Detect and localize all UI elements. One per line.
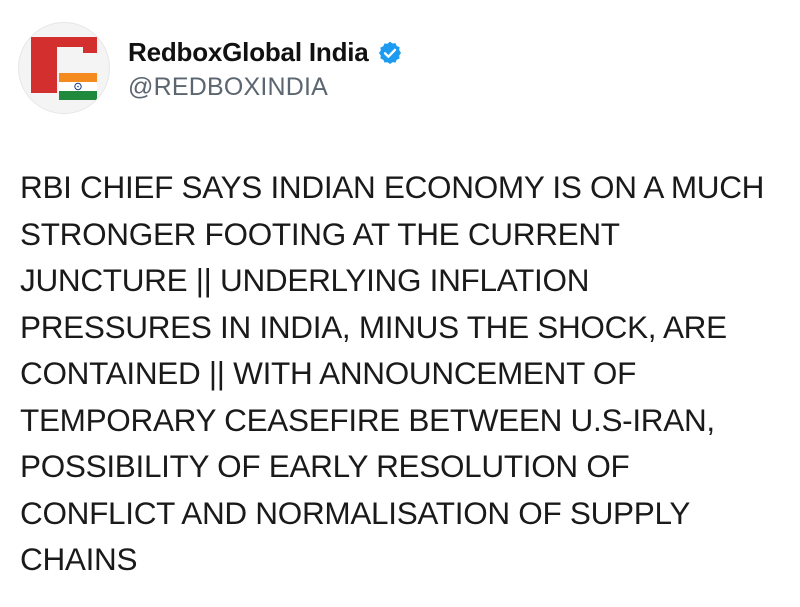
tweet-text: RBI CHIEF SAYS INDIAN ECONOMY IS ON A MU… bbox=[20, 169, 765, 577]
user-handle[interactable]: @REDBOXINDIA bbox=[128, 73, 403, 102]
redbox-india-logo-icon bbox=[31, 37, 97, 100]
display-name[interactable]: RedboxGlobal India bbox=[128, 37, 369, 68]
author-identity: RedboxGlobal India @REDBOXINDIA bbox=[128, 35, 403, 102]
name-row: RedboxGlobal India bbox=[128, 35, 403, 71]
avatar[interactable] bbox=[18, 22, 110, 114]
tweet-card: RedboxGlobal India @REDBOXINDIA RBI CHIE… bbox=[0, 0, 800, 607]
verified-badge-icon bbox=[377, 40, 403, 66]
tweet-header: RedboxGlobal India @REDBOXINDIA bbox=[18, 20, 403, 116]
